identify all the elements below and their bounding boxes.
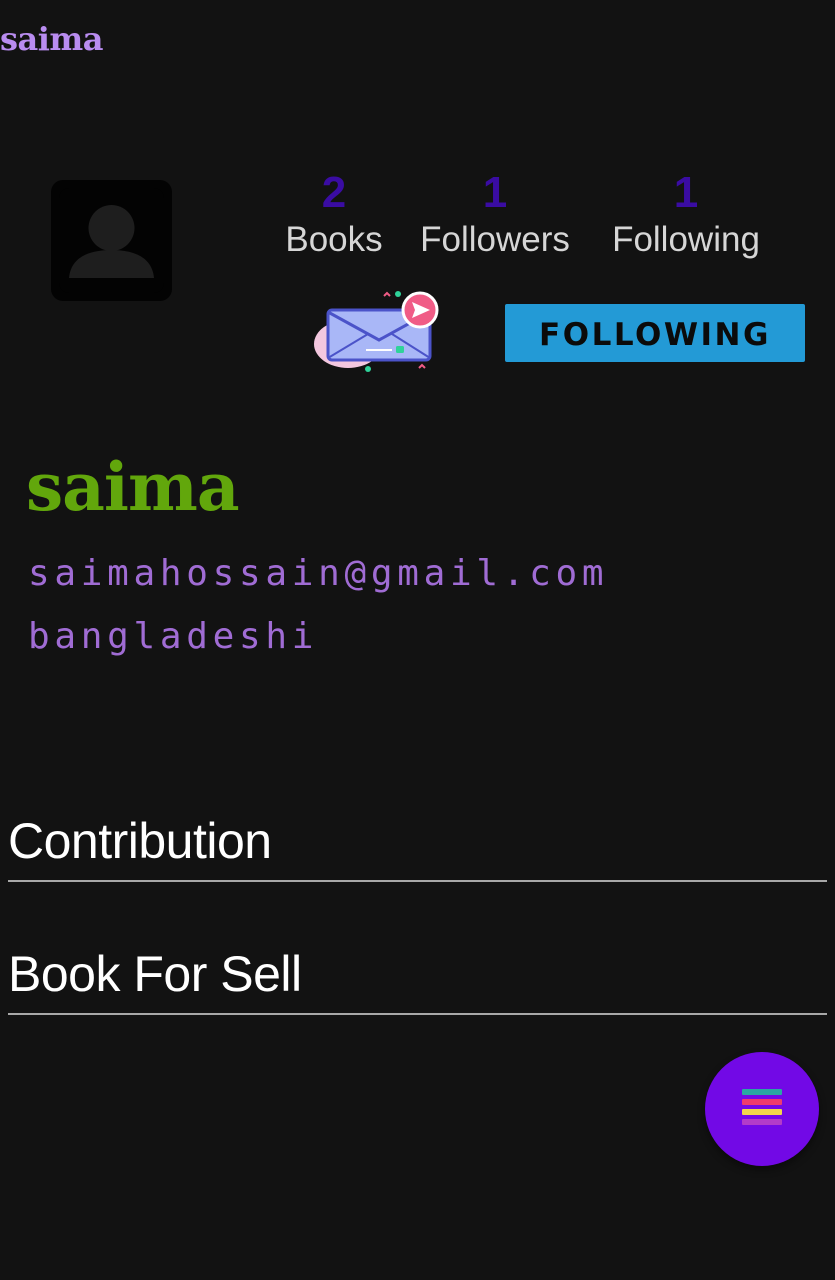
profile-email: saimahossain@gmail.com (28, 553, 609, 594)
menu-lines-icon (742, 1089, 782, 1125)
followers-label: Followers (420, 220, 570, 259)
contribution-label: Contribution (8, 813, 272, 869)
following-count: 1 (673, 168, 699, 217)
books-label: Books (285, 220, 383, 259)
message-button[interactable] (308, 288, 452, 376)
profile-name: saima (26, 448, 240, 526)
followers-count: 1 (482, 168, 508, 217)
book-for-sell-section[interactable]: Book For Sell (8, 943, 827, 1015)
following-button[interactable]: FOLLOWING (505, 304, 805, 362)
contribution-section[interactable]: Contribution (8, 810, 827, 882)
books-count: 2 (321, 168, 347, 217)
stat-books[interactable]: 2 Books (278, 168, 390, 262)
book-for-sell-label: Book For Sell (8, 946, 302, 1002)
stat-followers[interactable]: 1 Followers (410, 168, 580, 262)
avatar[interactable] (51, 180, 172, 301)
profile-bio: bangladeshi (28, 616, 319, 657)
person-placeholder-icon (59, 188, 164, 293)
stat-following[interactable]: 1 Following (600, 168, 772, 262)
following-label: Following (612, 220, 760, 259)
menu-fab-button[interactable] (705, 1052, 819, 1166)
app-title: saima (0, 20, 104, 58)
envelope-send-icon (314, 291, 439, 372)
